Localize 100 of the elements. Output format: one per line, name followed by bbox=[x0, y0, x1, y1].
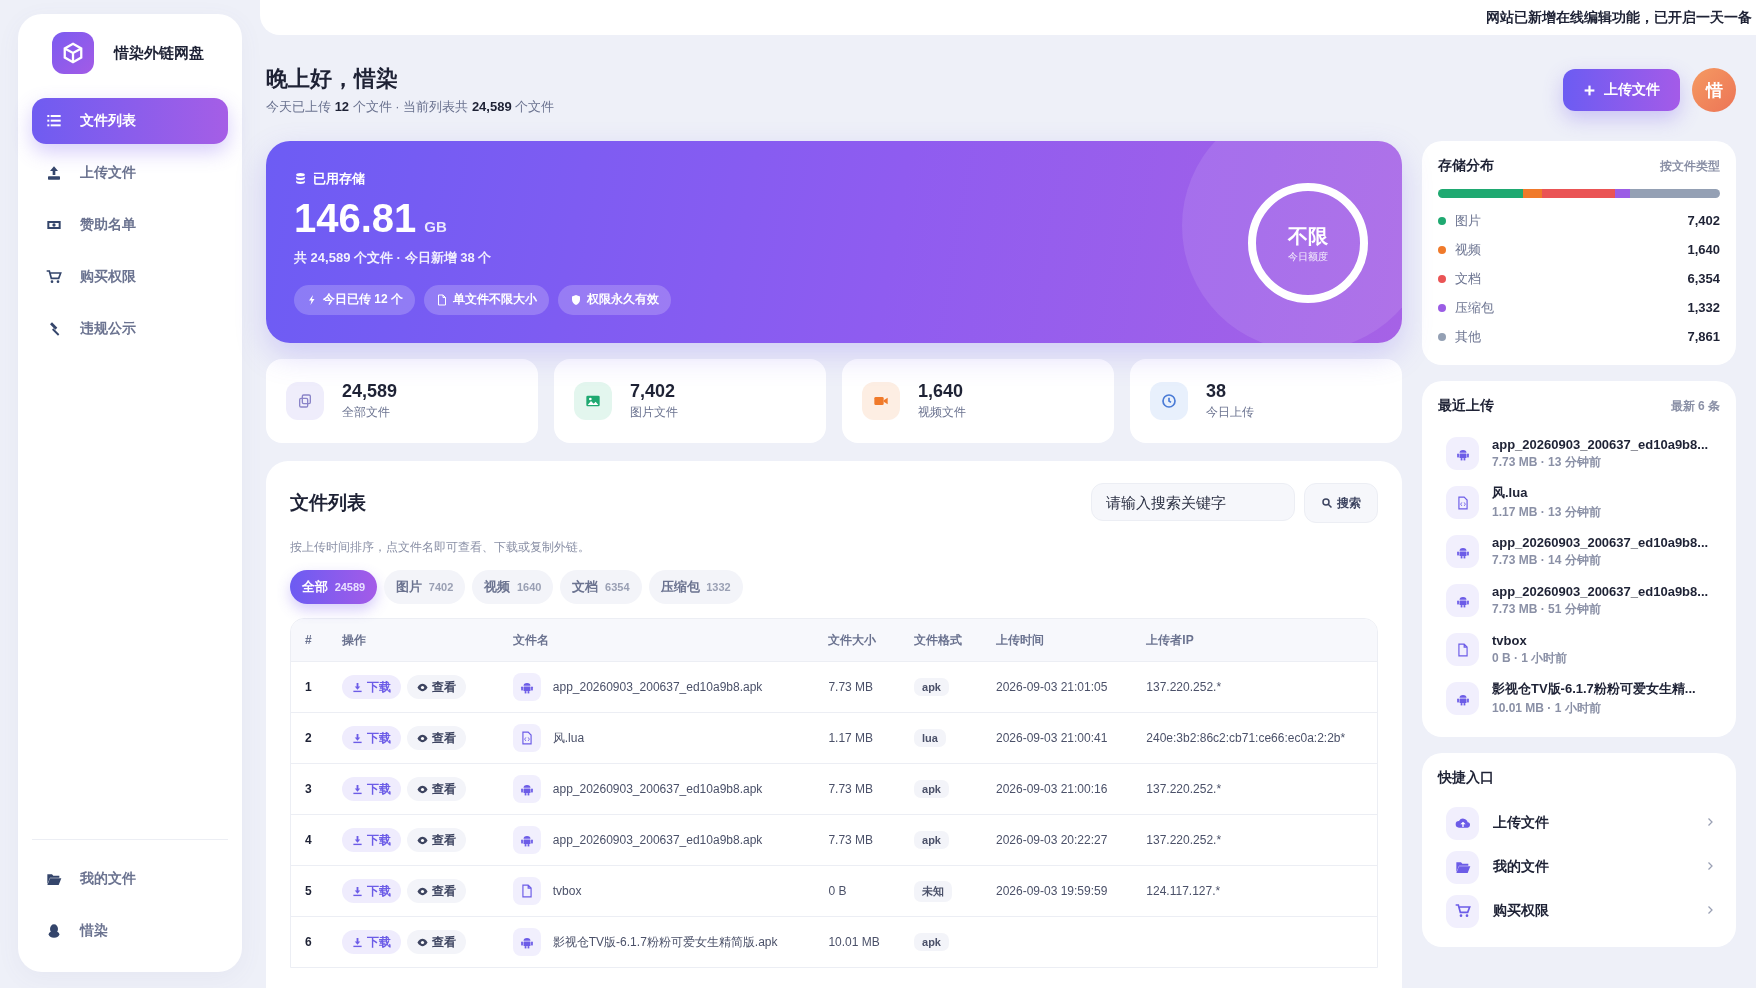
view-button[interactable]: 查看 bbox=[407, 726, 467, 750]
filter-tab[interactable]: 压缩包 1332 bbox=[648, 570, 743, 604]
sidebar-item[interactable]: 赞助名单 bbox=[32, 202, 228, 248]
download-button[interactable]: 下载 bbox=[342, 879, 402, 903]
sidebar-item[interactable]: 惜染 bbox=[32, 908, 228, 954]
stat-value: 1,640 bbox=[918, 381, 965, 402]
storage-subtitle: 共 24,589 个文件 · 今日新增 38 个 bbox=[294, 248, 493, 267]
format-tag: apk bbox=[914, 678, 949, 696]
sidebar-item[interactable]: 我的文件 bbox=[32, 856, 228, 902]
column-header: 文件格式 bbox=[900, 619, 982, 662]
android-icon bbox=[519, 680, 534, 694]
sidebar-item[interactable]: 违规公示 bbox=[32, 306, 228, 352]
copy-icon bbox=[297, 393, 313, 409]
table-cell: 1 bbox=[291, 661, 329, 713]
stat-label: 视频文件 bbox=[918, 404, 966, 421]
file-name-link[interactable]: 风.lua bbox=[1492, 484, 1601, 502]
column-header: 操作 bbox=[328, 619, 499, 662]
view-button[interactable]: 查看 bbox=[407, 930, 467, 954]
table-cell: 2026-09-03 21:00:16 bbox=[981, 763, 1133, 815]
download-button[interactable]: 下载 bbox=[342, 726, 402, 750]
filter-tab[interactable]: 视频 1640 bbox=[472, 570, 554, 604]
file-icon bbox=[1455, 642, 1470, 657]
info-chip: 单文件不限大小 bbox=[424, 284, 549, 315]
sidebar-item[interactable]: 上传文件 bbox=[32, 150, 228, 196]
code-file-icon bbox=[1455, 495, 1470, 510]
column-header: 上传时间 bbox=[981, 619, 1133, 662]
download-button[interactable]: 下载 bbox=[342, 777, 402, 801]
folder-icon bbox=[46, 871, 62, 887]
table-cell: 240e:3b2:86c2:cb71:ce66:ec0a:2:2b* bbox=[1132, 712, 1377, 764]
view-button[interactable]: 查看 bbox=[407, 828, 467, 852]
filter-tab[interactable]: 文档 6354 bbox=[560, 570, 642, 604]
info-chip: 今日已传 12 个 bbox=[294, 284, 415, 315]
table-cell: 5 bbox=[291, 865, 329, 917]
legend-count: 7,861 bbox=[1687, 329, 1720, 344]
database-icon bbox=[294, 172, 307, 185]
file-name-link[interactable]: 风.lua bbox=[552, 729, 585, 747]
file-meta: 10.01 MB · 1 小时前 bbox=[1492, 700, 1602, 717]
view-button[interactable]: 查看 bbox=[407, 675, 467, 699]
format-tag: apk bbox=[914, 933, 949, 951]
file-meta: 7.73 MB · 13 分钟前 bbox=[1492, 453, 1602, 471]
format-tag: apk bbox=[914, 831, 949, 849]
column-header: 上传者IP bbox=[1132, 619, 1377, 662]
filter-tab[interactable]: 全部 24589 bbox=[290, 570, 378, 604]
column-header: 文件大小 bbox=[814, 619, 900, 662]
quick-link[interactable]: 购买权限 bbox=[1438, 889, 1720, 933]
plus-icon bbox=[1583, 83, 1596, 97]
table-cell: 4 bbox=[291, 814, 329, 866]
brand-name: 惜染外链网盘 bbox=[114, 43, 204, 63]
download-button[interactable]: 下载 bbox=[342, 675, 402, 699]
upload-button[interactable]: 上传文件 bbox=[1563, 69, 1680, 111]
download-icon bbox=[352, 936, 364, 948]
file-name-link[interactable]: app_20260903_200637_ed10a9b8.apk bbox=[552, 782, 763, 796]
file-name-link[interactable]: tvbox bbox=[552, 884, 582, 898]
legend-count: 7,402 bbox=[1687, 213, 1720, 228]
card-title: 存储分布 bbox=[1438, 157, 1494, 175]
download-icon bbox=[352, 732, 364, 744]
quick-link[interactable]: 上传文件 bbox=[1438, 801, 1720, 845]
legend-label: 文档 bbox=[1455, 269, 1481, 288]
greeting-title: 晚上好，惜染 bbox=[266, 65, 399, 93]
file-name-link[interactable]: 影视仓TV版-6.1.7粉粉可爱女生精... bbox=[1492, 680, 1696, 698]
file-name-link[interactable]: tvbox bbox=[1492, 632, 1568, 648]
view-button[interactable]: 查看 bbox=[407, 777, 467, 801]
search-button[interactable]: 搜索 bbox=[1304, 483, 1378, 523]
download-button[interactable]: 下载 bbox=[342, 930, 402, 954]
quick-link[interactable]: 我的文件 bbox=[1438, 845, 1720, 889]
search-icon bbox=[1321, 497, 1333, 509]
file-name-link[interactable]: app_20260903_200637_ed10a9b8... bbox=[1492, 436, 1709, 452]
file-name-link[interactable]: app_20260903_200637_ed10a9b8... bbox=[1492, 534, 1709, 550]
filter-tab[interactable]: 图片 7402 bbox=[384, 570, 466, 604]
folder-icon bbox=[1454, 859, 1471, 875]
table-cell: 1.17 MB bbox=[814, 712, 900, 764]
table-cell: 124.117.127.* bbox=[1132, 865, 1377, 917]
eye-icon bbox=[417, 681, 429, 693]
table-cell: 2026-09-03 21:00:41 bbox=[981, 712, 1133, 764]
notice-text: 网站已新增在线编辑功能，已开启一天一备 bbox=[1486, 8, 1752, 27]
legend-label: 其他 bbox=[1455, 327, 1481, 346]
eye-icon bbox=[417, 834, 429, 846]
table-cell: 137.220.252.* bbox=[1132, 763, 1377, 815]
shield-icon bbox=[570, 293, 582, 306]
sidebar-item[interactable]: 文件列表 bbox=[32, 98, 228, 144]
cart-icon bbox=[46, 269, 62, 285]
sidebar-item[interactable]: 购买权限 bbox=[32, 254, 228, 300]
card-note: 按文件类型 bbox=[1660, 157, 1720, 175]
cart-icon bbox=[1454, 903, 1471, 919]
view-button[interactable]: 查看 bbox=[407, 879, 467, 903]
table-cell: 2026-09-03 21:01:05 bbox=[981, 661, 1133, 713]
download-icon bbox=[352, 834, 364, 846]
file-name-link[interactable]: app_20260903_200637_ed10a9b8.apk bbox=[552, 833, 763, 847]
search-field[interactable]: 请输入搜索关键字 bbox=[1091, 483, 1295, 521]
cube-icon bbox=[62, 42, 84, 64]
file-name-link[interactable]: 影视仓TV版-6.1.7粉粉可爱女生精简版.apk bbox=[552, 933, 778, 951]
stat-value: 24,589 bbox=[342, 381, 398, 402]
storage-label: 已用存储 bbox=[294, 169, 671, 188]
info-chip: 权限永久有效 bbox=[558, 284, 671, 315]
download-button[interactable]: 下载 bbox=[342, 828, 402, 852]
table-cell: 3 bbox=[291, 763, 329, 815]
file-name-link[interactable]: app_20260903_200637_ed10a9b8.apk bbox=[552, 680, 763, 694]
eye-icon bbox=[417, 732, 429, 744]
table-cell: 7.73 MB bbox=[814, 763, 900, 815]
file-name-link[interactable]: app_20260903_200637_ed10a9b8... bbox=[1492, 583, 1709, 599]
